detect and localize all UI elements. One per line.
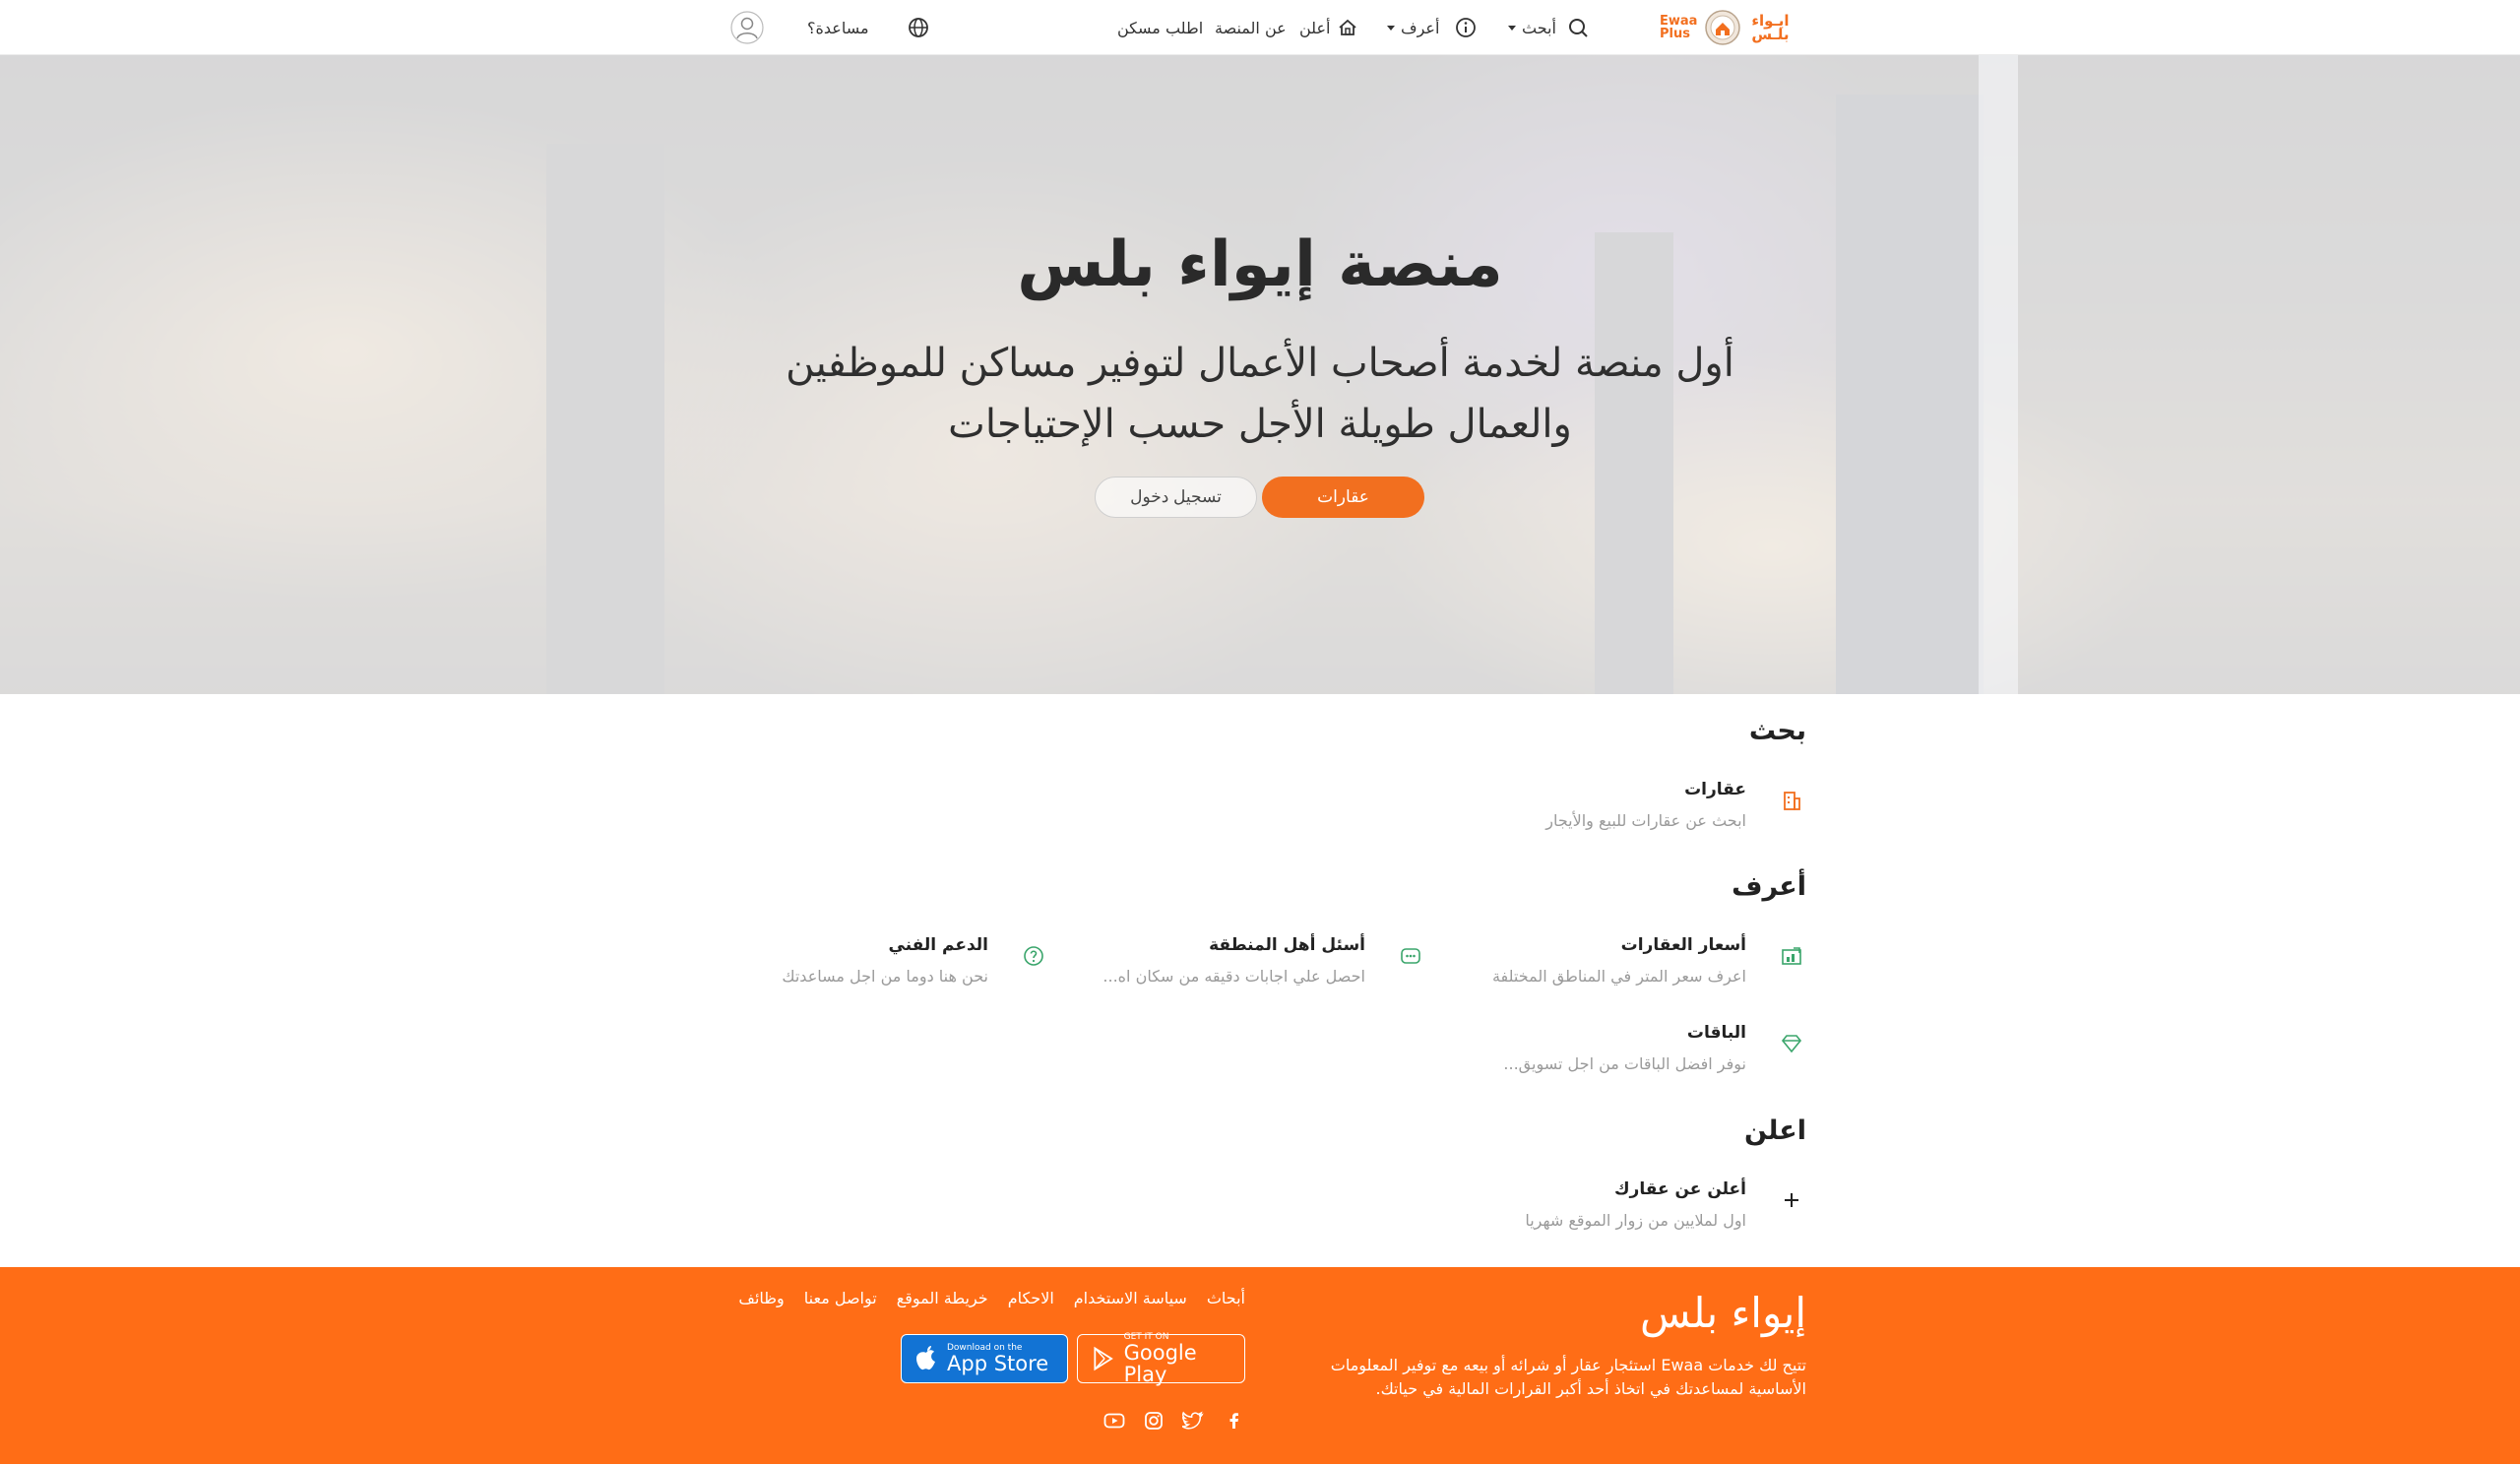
- know-section-title: أعرف: [1732, 871, 1806, 902]
- properties-search-card[interactable]: عقارات ابحث عن عقارات للبيع والأيجار: [1477, 770, 1806, 839]
- nav-request-housing-link[interactable]: اطلب مسكن: [1117, 0, 1203, 55]
- instagram-icon[interactable]: [1142, 1409, 1166, 1433]
- card-title: الباقات: [1686, 1023, 1746, 1043]
- google-play-big-text: Google Play: [1123, 1341, 1197, 1386]
- tech-support-card[interactable]: الدعم الفني نحن هنا دوما من اجل مساعدتك: [763, 925, 1048, 994]
- logo-seal-icon: [1705, 10, 1741, 45]
- property-prices-card[interactable]: أسعار العقارات اعرف سعر المتر في المناطق…: [1477, 925, 1806, 994]
- advertise-property-card[interactable]: أعلن عن عقارك اول لملايين من زوار الموقع…: [1477, 1170, 1806, 1239]
- card-title: أعلن عن عقارك: [1613, 1179, 1746, 1199]
- chevron-down-icon: [1387, 25, 1395, 31]
- hero-subtitle: أول منصة لخدمة أصحاب الأعمال لتوفير مساك…: [786, 341, 1734, 447]
- app-store-big-text: App Store: [947, 1352, 1049, 1375]
- apple-icon: [916, 1346, 935, 1370]
- card-title: أسعار العقارات: [1620, 935, 1746, 955]
- card-description: اول لملايين من زوار الموقع شهريا: [1525, 1211, 1746, 1230]
- google-play-badge[interactable]: GET IT ON Google Play: [1077, 1332, 1245, 1386]
- nav-advertise-link[interactable]: أعلن: [1299, 0, 1330, 55]
- google-play-icon: [1094, 1346, 1113, 1371]
- search-icon[interactable]: [1567, 0, 1589, 55]
- footer-link-sitemap[interactable]: خريطة الموقع: [897, 1289, 988, 1307]
- footer-description: تتيح لك خدمات Ewaa استئجار عقار أو شرائه…: [1330, 1356, 1806, 1398]
- card-description: احصل علي اجابات دقيقه من سكان اه...: [1102, 967, 1365, 986]
- twitter-icon[interactable]: [1181, 1409, 1205, 1433]
- youtube-icon[interactable]: [1102, 1409, 1126, 1433]
- hero-title: منصة إيواء بلس: [1017, 228, 1503, 301]
- ewaa-plus-logo[interactable]: Ewaa Plus ايـواء بلـس: [1660, 6, 1792, 49]
- footer-links: وظائف تواصل معنا خريطة الموقع الاحكام سي…: [738, 1289, 1245, 1307]
- help-circle-icon: [1019, 941, 1048, 971]
- footer-link-research[interactable]: أبحاث: [1207, 1289, 1245, 1307]
- plus-icon: [1777, 1185, 1806, 1215]
- footer-link-jobs[interactable]: وظائف: [738, 1289, 784, 1307]
- card-description: نحن هنا دوما من اجل مساعدتك: [782, 967, 988, 986]
- footer-link-contact[interactable]: تواصل معنا: [804, 1289, 877, 1307]
- packages-card[interactable]: الباقات نوفر افضل الباقات من اجل تسويق..…: [1477, 1013, 1806, 1082]
- info-icon[interactable]: [1455, 0, 1477, 55]
- user-icon[interactable]: [730, 0, 764, 55]
- nav-know-menu[interactable]: أعرف: [1381, 0, 1439, 55]
- help-link[interactable]: مساعدة؟: [807, 0, 869, 55]
- login-button[interactable]: تسجيل دخول: [1095, 477, 1257, 518]
- top-navbar: Ewaa Plus ايـواء بلـس أبحث أعرف أعلن عن …: [0, 0, 2520, 55]
- chat-icon: [1396, 941, 1425, 971]
- properties-button[interactable]: عقارات: [1262, 477, 1424, 518]
- card-description: نوفر افضل الباقات من اجل تسويق...: [1503, 1054, 1746, 1073]
- hero-banner: منصة إيواء بلس أول منصة لخدمة أصحاب الأع…: [0, 55, 2520, 694]
- building-icon: [1777, 786, 1806, 815]
- nav-about-link[interactable]: عن المنصة: [1215, 0, 1287, 55]
- home-icon[interactable]: [1337, 0, 1358, 55]
- diamond-icon: [1777, 1029, 1806, 1058]
- card-description: ابحث عن عقارات للبيع والأيجار: [1545, 811, 1746, 830]
- footer-brand: إيواء بلس: [1640, 1289, 1806, 1337]
- globe-icon[interactable]: [908, 0, 929, 55]
- search-section-title: بحث: [1748, 716, 1806, 746]
- facebook-icon[interactable]: [1223, 1409, 1246, 1433]
- footer-link-terms[interactable]: الاحكام: [1008, 1289, 1054, 1307]
- nav-know-label: أعرف: [1401, 18, 1440, 37]
- card-title: أسئل أهل المنطقة: [1209, 935, 1365, 955]
- footer-link-usage-policy[interactable]: سياسة الاستخدام: [1074, 1289, 1187, 1307]
- logo-latin-text: Ewaa Plus: [1660, 14, 1698, 41]
- card-title: عقارات: [1684, 780, 1746, 799]
- ask-locals-card[interactable]: أسئل أهل المنطقة احصل علي اجابات دقيقه م…: [1101, 925, 1425, 994]
- card-title: الدعم الفني: [888, 935, 988, 955]
- logo-arabic-text: ايـواء بلـس: [1751, 12, 1790, 43]
- footer: إيواء بلس تتيح لك خدمات Ewaa استئجار عقا…: [0, 1267, 2520, 1464]
- price-chart-icon: [1777, 941, 1806, 971]
- card-description: اعرف سعر المتر في المناطق المختلفة: [1491, 967, 1746, 986]
- app-store-badge[interactable]: Download on the App Store: [901, 1334, 1068, 1383]
- nav-search-label: أبحث: [1522, 18, 1556, 37]
- nav-search-menu[interactable]: أبحث: [1502, 0, 1556, 55]
- advertise-section-title: اعلن: [1743, 1115, 1806, 1146]
- chevron-down-icon: [1508, 25, 1516, 31]
